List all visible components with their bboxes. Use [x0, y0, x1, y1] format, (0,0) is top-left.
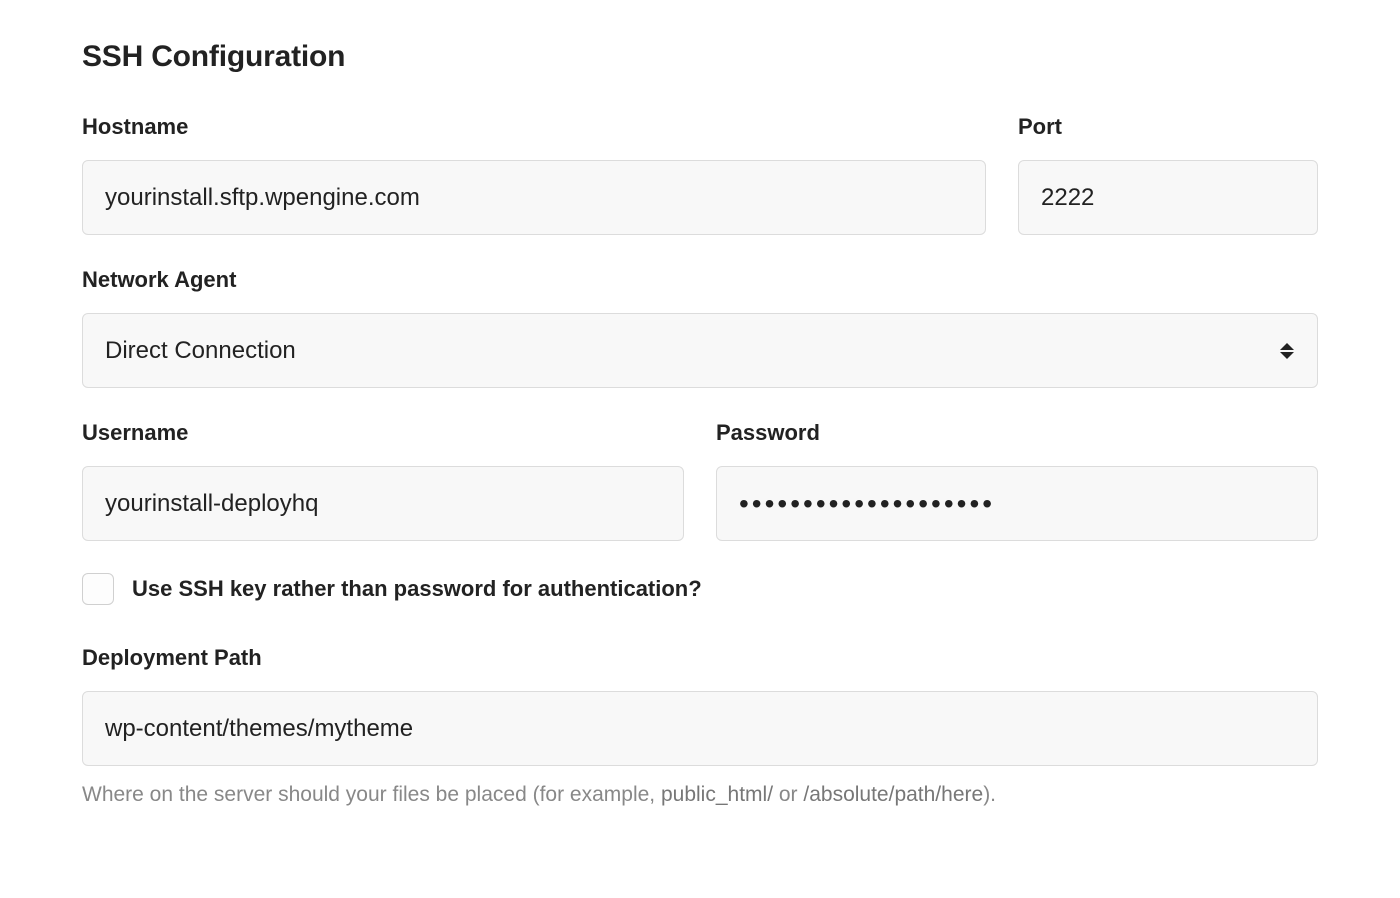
hostname-input[interactable] [82, 160, 986, 235]
port-label: Port [1018, 114, 1318, 140]
page-title: SSH Configuration [82, 40, 1318, 74]
help-text-example2: /absolute/path/here [803, 783, 983, 806]
password-input[interactable]: •••••••••••••••••••• [716, 466, 1318, 541]
hostname-label: Hostname [82, 114, 986, 140]
hostname-field: Hostname [82, 114, 986, 235]
port-input[interactable] [1018, 160, 1318, 235]
username-label: Username [82, 420, 684, 446]
username-input[interactable] [82, 466, 684, 541]
deployment-path-field: Deployment Path Where on the server shou… [82, 645, 1318, 809]
deployment-path-input[interactable] [82, 691, 1318, 766]
ssh-key-checkbox[interactable] [82, 573, 114, 605]
ssh-key-checkbox-label: Use SSH key rather than password for aut… [132, 576, 702, 602]
help-text-example1: public_html/ [661, 783, 773, 806]
network-agent-label: Network Agent [82, 267, 1318, 293]
username-field: Username [82, 420, 684, 541]
network-agent-select[interactable]: Direct Connection [82, 313, 1318, 388]
port-field: Port [1018, 114, 1318, 235]
network-agent-field: Network Agent Direct Connection [82, 267, 1318, 388]
password-masked-value: •••••••••••••••••••• [739, 466, 995, 541]
password-label: Password [716, 420, 1318, 446]
network-agent-select-wrapper: Direct Connection [82, 313, 1318, 388]
deployment-path-help: Where on the server should your files be… [82, 780, 1318, 809]
deployment-path-label: Deployment Path [82, 645, 1318, 671]
network-agent-row: Network Agent Direct Connection [82, 267, 1318, 388]
ssh-key-checkbox-row: Use SSH key rather than password for aut… [82, 573, 1318, 605]
username-password-row: Username Password •••••••••••••••••••• [82, 420, 1318, 541]
password-field: Password •••••••••••••••••••• [716, 420, 1318, 541]
help-text-prefix: Where on the server should your files be… [82, 783, 661, 806]
help-text-mid: or [773, 783, 803, 806]
help-text-suffix: ). [983, 783, 996, 806]
hostname-port-row: Hostname Port [82, 114, 1318, 235]
